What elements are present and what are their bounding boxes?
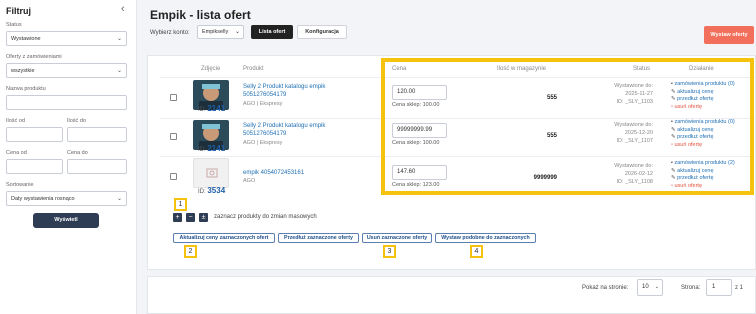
chevron-left-icon[interactable]: ‹ — [121, 3, 125, 15]
image-placeholder-icon — [206, 168, 218, 178]
show-button[interactable]: Wyświetl — [33, 213, 99, 228]
qty-from-label: Ilość od — [6, 118, 25, 124]
filter-sidebar: Filtruj ‹ Status Wystawione ⌄ Oferty z za… — [0, 0, 137, 314]
highlight-box — [381, 58, 754, 195]
product-name-link[interactable]: empik 4054072453161 — [243, 169, 363, 177]
page-total: z 1 — [735, 285, 744, 291]
column-header-photo: Zdjęcie — [201, 66, 221, 72]
status-select[interactable]: Wystawione ⌄ — [6, 31, 127, 46]
product-name-input[interactable] — [6, 95, 127, 110]
product-meta: AGO | Ekspresy — [243, 140, 283, 146]
chevron-down-icon: ⌄ — [116, 196, 122, 202]
publish-offers-button[interactable]: Wystaw oferty — [704, 26, 754, 44]
select-all-button[interactable]: + — [173, 213, 182, 222]
chevron-down-icon: ⌄ — [654, 284, 659, 290]
page-title: Empik - lista ofert — [150, 8, 251, 22]
product-thumbnail-placeholder — [193, 158, 229, 188]
per-page-label: Pokaż na stronie: — [582, 285, 629, 291]
account-select-value: Empikselly — [202, 29, 229, 35]
sort-select-value: Daty wystawienia rosnąco — [11, 196, 75, 202]
id-value[interactable]: 2141 — [207, 104, 225, 113]
pagination-bar — [147, 276, 756, 314]
product-name-link[interactable]: Selly 2 Produkt katalogu empik 505127605… — [243, 122, 363, 138]
product-id: ID: 2141 — [198, 104, 225, 113]
page-label: Strona: — [681, 285, 701, 291]
orders-select[interactable]: wszystkie ⌄ — [6, 63, 127, 78]
qty-to-input[interactable] — [67, 127, 127, 142]
annotation-marker-2: 2 — [184, 245, 197, 258]
sort-label: Sortowanie — [6, 182, 34, 188]
orders-select-value: wszystkie — [11, 68, 35, 74]
row-checkbox[interactable] — [170, 173, 177, 180]
orders-label: Oferty z zamówieniami — [6, 54, 62, 60]
column-header-product: Produkt — [243, 66, 264, 72]
offer-list-button[interactable]: Lista ofert — [251, 25, 293, 39]
annotation-marker-1: 1 — [174, 198, 187, 211]
annotation-marker-3: 3 — [383, 245, 396, 258]
account-label: Wybierz konto: — [150, 30, 190, 36]
row-checkbox[interactable] — [170, 94, 177, 101]
price-to-input[interactable] — [67, 159, 127, 174]
qty-from-input[interactable] — [6, 127, 63, 142]
row-checkbox[interactable] — [170, 133, 177, 140]
mass-select-label: zaznacz produkty do zmian masowych — [214, 214, 317, 220]
deselect-all-button[interactable]: − — [186, 213, 195, 222]
chevron-down-icon: ⌄ — [116, 36, 122, 42]
bulk-update-prices-button[interactable]: Aktualizuj ceny zaznaczonych ofert — [173, 233, 275, 243]
price-from-label: Cena od — [6, 150, 27, 156]
qty-to-label: Ilość do — [67, 118, 86, 124]
bulk-delete-offers-button[interactable]: Usuń zaznaczone oferty — [362, 233, 432, 243]
per-page-value: 10 — [642, 284, 649, 290]
bulk-publish-similar-button[interactable]: Wystaw podobne do zaznaczonych — [435, 233, 536, 243]
price-to-label: Cena do — [67, 150, 88, 156]
product-id: ID: 2141 — [198, 144, 225, 153]
id-label: ID: — [198, 107, 206, 113]
status-select-value: Wystawione — [11, 36, 41, 42]
chevron-down-icon: ⌄ — [234, 29, 240, 35]
id-label: ID: — [198, 147, 206, 153]
bulk-extend-offers-button[interactable]: Przedłuż zaznaczone oferty — [278, 233, 359, 243]
chevron-down-icon: ⌄ — [116, 68, 122, 74]
product-meta: AGO — [243, 178, 256, 184]
id-value[interactable]: 3534 — [207, 186, 225, 195]
product-id: ID: 3534 — [198, 186, 225, 195]
price-from-input[interactable] — [6, 159, 63, 174]
product-meta: AGO | Ekspresy — [243, 101, 283, 107]
id-value[interactable]: 2141 — [207, 144, 225, 153]
product-name-label: Nazwa produktu — [6, 86, 46, 92]
invert-selection-button[interactable]: ± — [199, 213, 208, 222]
annotation-marker-4: 4 — [470, 245, 483, 258]
page-input[interactable]: 1 — [706, 279, 732, 296]
id-label: ID: — [198, 189, 206, 195]
sidebar-title: Filtruj — [6, 6, 31, 16]
configuration-button[interactable]: Konfiguracja — [297, 25, 347, 39]
product-name-link[interactable]: Selly 2 Produkt katalogu empik 505127605… — [243, 83, 363, 99]
account-select[interactable]: Empikselly ⌄ — [197, 25, 244, 39]
per-page-select[interactable]: 10 ⌄ — [637, 279, 663, 296]
sort-select[interactable]: Daty wystawienia rosnąco ⌄ — [6, 191, 127, 206]
status-label: Status — [6, 22, 22, 28]
